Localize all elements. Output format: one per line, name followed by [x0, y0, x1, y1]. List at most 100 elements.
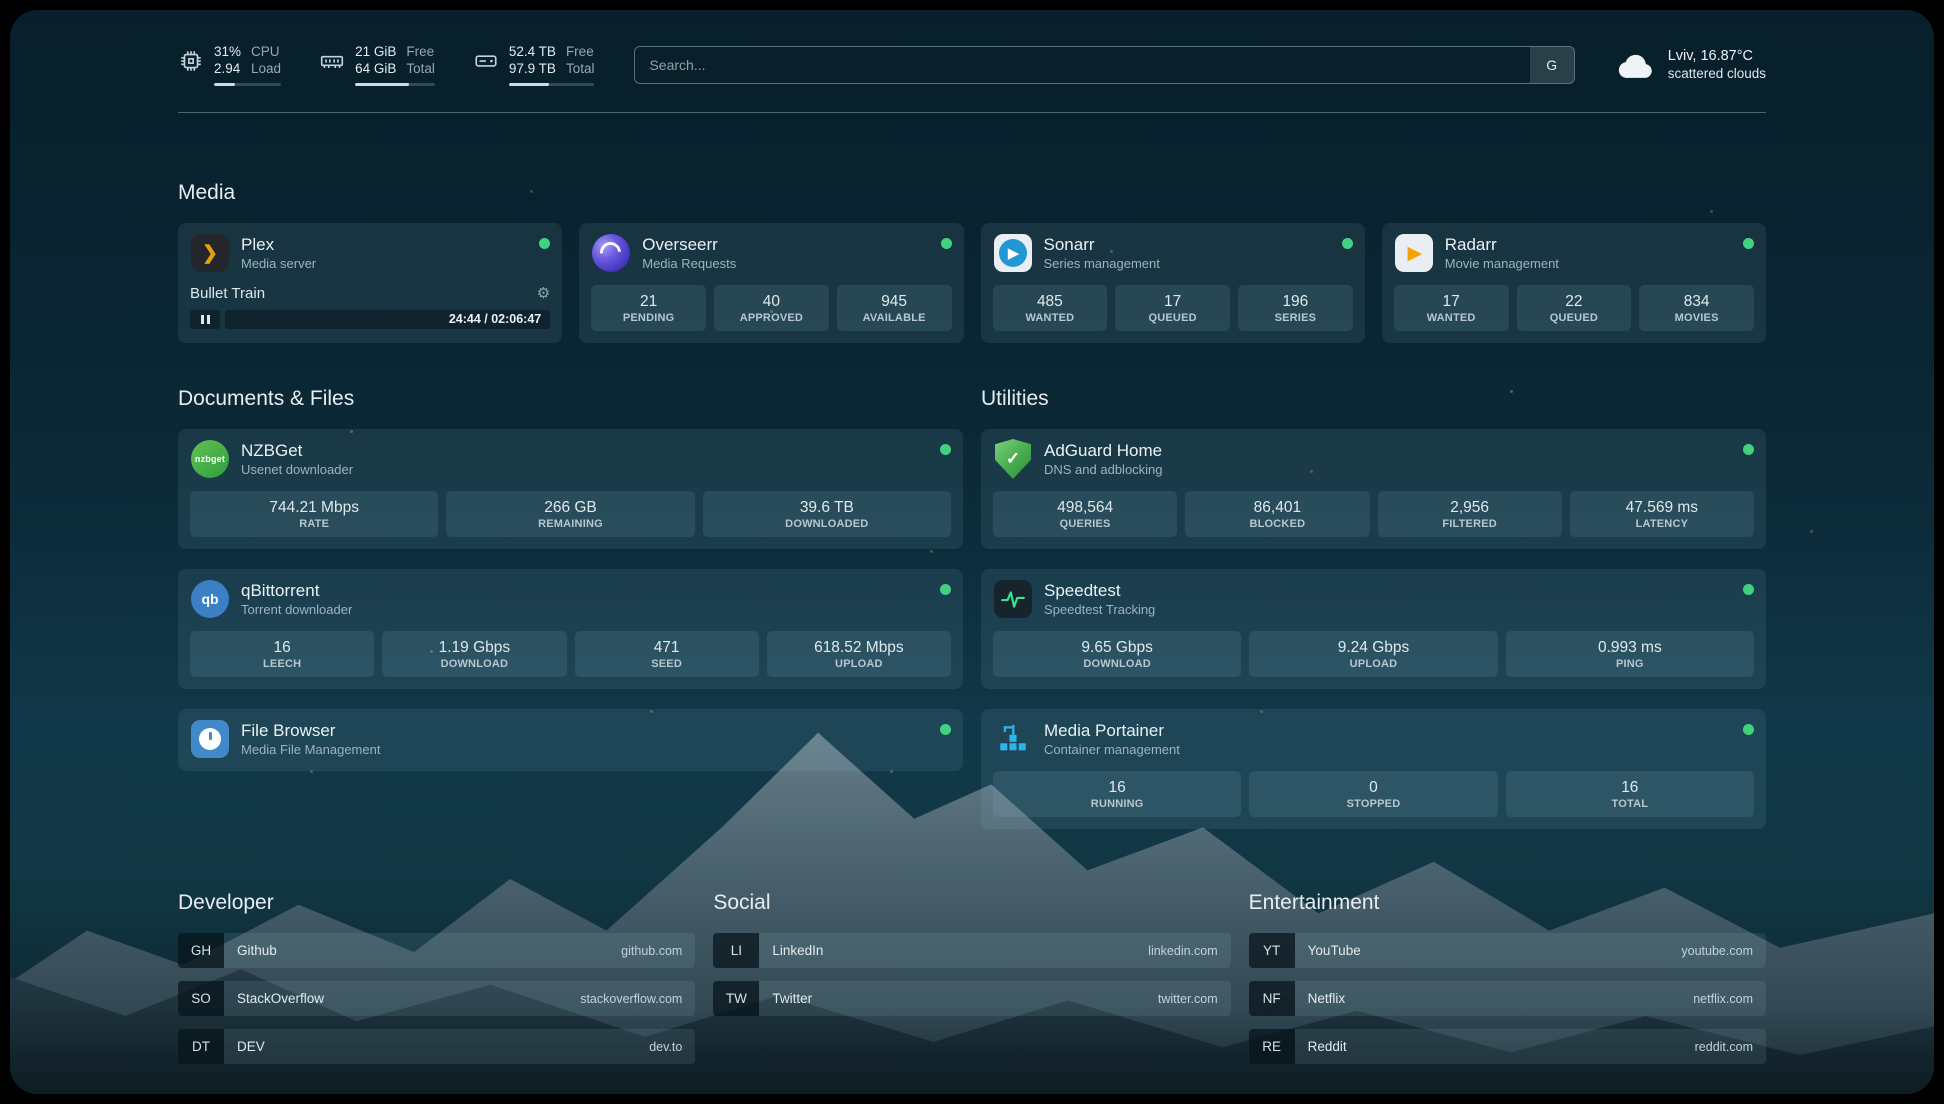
sonarr-card[interactable]: ▶ Sonarr Series management 485WANTED 17Q…	[981, 223, 1365, 343]
portainer-icon	[993, 719, 1033, 759]
speedtest-name: Speedtest	[1044, 581, 1155, 600]
nzbget-description: Usenet downloader	[241, 462, 353, 477]
stat-queued: 17QUEUED	[1115, 285, 1230, 331]
nzbget-status-dot	[940, 444, 951, 455]
stat-total: 16TOTAL	[1506, 771, 1754, 817]
bookmark-github[interactable]: GH Github github.com	[178, 933, 695, 968]
weather-location: Lviv, 16.87°C	[1668, 48, 1766, 65]
filebrowser-name: File Browser	[241, 721, 380, 740]
overseerr-description: Media Requests	[642, 256, 736, 271]
bookmarks-social: Social LI LinkedInlinkedin.com TW Twitte…	[713, 891, 1230, 1077]
radarr-card[interactable]: ▶ Radarr Movie management 17WANTED 22QUE…	[1382, 223, 1766, 343]
cpu-load: 2.94	[214, 61, 241, 77]
filebrowser-card[interactable]: File Browser Media File Management	[178, 709, 963, 771]
qbittorrent-card[interactable]: qb qBittorrent Torrent downloader 16LEEC…	[178, 569, 963, 689]
media-grid: ❯ Plex Media server Bullet Train ⚙	[178, 223, 1766, 343]
cpu-label-bottom: Load	[251, 61, 281, 77]
adguard-card[interactable]: ✓ AdGuard Home DNS and adblocking 498,56…	[981, 429, 1766, 549]
qbittorrent-icon: qb	[190, 579, 230, 619]
bookmark-reddit[interactable]: RE Redditreddit.com	[1249, 1029, 1766, 1064]
qbittorrent-status-dot	[940, 584, 951, 595]
bookmark-dev[interactable]: DT DEVdev.to	[178, 1029, 695, 1064]
bookmark-abbr: NF	[1249, 981, 1295, 1016]
sonarr-description: Series management	[1044, 256, 1160, 271]
disk-widget: 52.4 TB 97.9 TB Free Total	[473, 44, 595, 86]
sonarr-icon: ▶	[993, 233, 1033, 273]
bookmark-linkedin[interactable]: LI LinkedInlinkedin.com	[713, 933, 1230, 968]
bookmark-url: reddit.com	[1695, 1040, 1753, 1054]
adguard-name: AdGuard Home	[1044, 441, 1163, 460]
plex-elapsed-time: 24:44 / 02:06:47	[449, 310, 541, 329]
nzbget-name: NZBGet	[241, 441, 353, 460]
stat-movies: 834MOVIES	[1639, 285, 1754, 331]
cpu-icon	[178, 48, 204, 74]
disk-total: 97.9 TB	[509, 61, 556, 77]
memory-total: 64 GiB	[355, 61, 396, 77]
portainer-name: Media Portainer	[1044, 721, 1180, 740]
cpu-percent: 31%	[214, 44, 241, 60]
disk-label-top: Free	[566, 44, 595, 60]
filebrowser-icon	[190, 719, 230, 759]
plex-card[interactable]: ❯ Plex Media server Bullet Train ⚙	[178, 223, 562, 343]
stat-seed: 471SEED	[575, 631, 759, 677]
section-utilities: Utilities ✓ AdGuard Home DNS and adblock…	[981, 387, 1766, 829]
overseerr-icon	[591, 233, 631, 273]
stat-upload: 618.52 MbpsUPLOAD	[767, 631, 951, 677]
stat-queued: 22QUEUED	[1517, 285, 1632, 331]
stat-approved: 40APPROVED	[714, 285, 829, 331]
filebrowser-description: Media File Management	[241, 742, 380, 757]
bookmark-netflix[interactable]: NF Netflixnetflix.com	[1249, 981, 1766, 1016]
overseerr-card[interactable]: Overseerr Media Requests 21PENDING 40APP…	[579, 223, 963, 343]
bookmark-name: Github	[237, 943, 277, 958]
cpu-widget: 31% 2.94 CPU Load	[178, 44, 281, 86]
stat-running: 16RUNNING	[993, 771, 1241, 817]
stat-upload: 9.24 GbpsUPLOAD	[1249, 631, 1497, 677]
bookmark-twitter[interactable]: TW Twittertwitter.com	[713, 981, 1230, 1016]
stat-wanted: 17WANTED	[1394, 285, 1509, 331]
cpu-label-top: CPU	[251, 44, 281, 60]
plex-description: Media server	[241, 256, 316, 271]
bookmark-stackoverflow[interactable]: SO StackOverflowstackoverflow.com	[178, 981, 695, 1016]
nzbget-card[interactable]: nzbget NZBGet Usenet downloader 744.21 M…	[178, 429, 963, 549]
stat-pending: 21PENDING	[591, 285, 706, 331]
gear-icon[interactable]: ⚙	[537, 284, 550, 302]
radarr-icon: ▶	[1394, 233, 1434, 273]
adguard-description: DNS and adblocking	[1044, 462, 1163, 477]
stat-blocked: 86,401BLOCKED	[1185, 491, 1369, 537]
bookmark-url: twitter.com	[1158, 992, 1218, 1006]
bookmark-abbr: RE	[1249, 1029, 1295, 1064]
nzbget-icon: nzbget	[190, 439, 230, 479]
stat-stopped: 0STOPPED	[1249, 771, 1497, 817]
dashboard-content: 31% 2.94 CPU Load	[10, 10, 1934, 1094]
memory-icon	[319, 48, 345, 74]
bookmark-url: github.com	[621, 944, 682, 958]
bookmark-url: youtube.com	[1681, 944, 1753, 958]
bookmark-youtube[interactable]: YT YouTubeyoutube.com	[1249, 933, 1766, 968]
stat-download: 9.65 GbpsDOWNLOAD	[993, 631, 1241, 677]
bookmark-name: YouTube	[1308, 943, 1361, 958]
resource-widgets: 31% 2.94 CPU Load	[178, 44, 594, 86]
bookmark-name: LinkedIn	[772, 943, 823, 958]
bookmark-url: dev.to	[649, 1040, 682, 1054]
bookmark-abbr: GH	[178, 933, 224, 968]
bookmarks-entertainment: Entertainment YT YouTubeyoutube.com NF N…	[1249, 891, 1766, 1077]
radarr-status-dot	[1743, 238, 1754, 249]
section-documents: Documents & Files nzbget NZBGet Usenet d…	[178, 387, 963, 829]
bookmark-url: linkedin.com	[1148, 944, 1217, 958]
speedtest-card[interactable]: Speedtest Speedtest Tracking 9.65 GbpsDO…	[981, 569, 1766, 689]
portainer-card[interactable]: Media Portainer Container management 16R…	[981, 709, 1766, 829]
dashboard-screen: 31% 2.94 CPU Load	[10, 10, 1934, 1094]
bookmark-abbr: SO	[178, 981, 224, 1016]
overseerr-status-dot	[941, 238, 952, 249]
search-provider-button[interactable]: G	[1530, 47, 1574, 83]
search-input[interactable]	[634, 46, 1574, 84]
adguard-icon: ✓	[993, 439, 1033, 479]
bookmark-name: Twitter	[772, 991, 812, 1006]
memory-label-top: Free	[406, 44, 435, 60]
memory-progress-bar	[355, 83, 435, 86]
social-section-title: Social	[713, 891, 1230, 915]
plex-now-playing: Bullet Train	[190, 285, 265, 302]
bookmarks-developer: Developer GH Githubgithub.com SO StackOv…	[178, 891, 695, 1077]
sonarr-status-dot	[1342, 238, 1353, 249]
disk-progress-bar	[509, 83, 595, 86]
